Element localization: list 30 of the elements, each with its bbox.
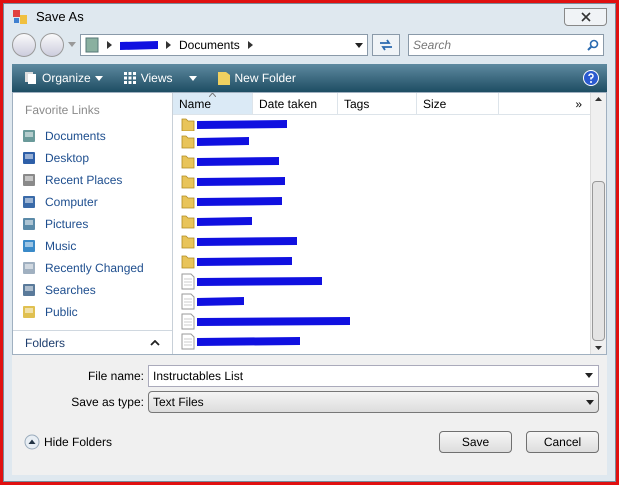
sidebar-item[interactable]: Computer <box>13 191 172 213</box>
sidebar-item[interactable]: Public <box>13 301 172 323</box>
sidebar-item[interactable]: Desktop <box>13 147 172 169</box>
save-button[interactable]: Save <box>439 431 512 453</box>
views-button[interactable]: Views <box>118 69 200 87</box>
sidebar-item[interactable]: Recent Places <box>13 169 172 191</box>
more-columns-button[interactable]: » <box>567 93 590 114</box>
save-type-dropdown[interactable]: Text Files <box>148 391 599 413</box>
file-name-field[interactable]: Instructables List <box>148 365 599 387</box>
sidebar-item[interactable]: Music <box>13 235 172 257</box>
folders-toggle[interactable]: Folders <box>13 330 172 354</box>
new-folder-button[interactable]: New Folder <box>212 69 300 87</box>
sidebar-item[interactable]: Searches <box>13 279 172 301</box>
sidebar-item[interactable]: Documents <box>13 125 172 147</box>
column-header[interactable]: Date taken <box>253 93 338 114</box>
address-bar[interactable]: Documents <box>80 34 368 56</box>
column-header[interactable]: Size <box>417 93 499 114</box>
sidebar-item[interactable]: Pictures <box>13 213 172 235</box>
cancel-button[interactable]: Cancel <box>526 431 599 453</box>
breadcrumb-item[interactable]: Documents <box>179 36 240 54</box>
sidebar-heading: Favorite Links <box>24 102 101 119</box>
window-title: Save As <box>36 8 85 26</box>
hide-folders-button[interactable]: Hide Folders <box>24 433 112 451</box>
search-field[interactable]: Search <box>408 34 604 56</box>
column-header[interactable]: Tags <box>338 93 417 114</box>
sidebar-item[interactable]: Recently Changed <box>13 257 172 279</box>
column-header[interactable]: Name <box>173 93 253 114</box>
organize-button[interactable]: Organize <box>20 69 107 87</box>
field-label: Save as type: <box>70 394 144 411</box>
field-label: File name: <box>86 368 144 385</box>
